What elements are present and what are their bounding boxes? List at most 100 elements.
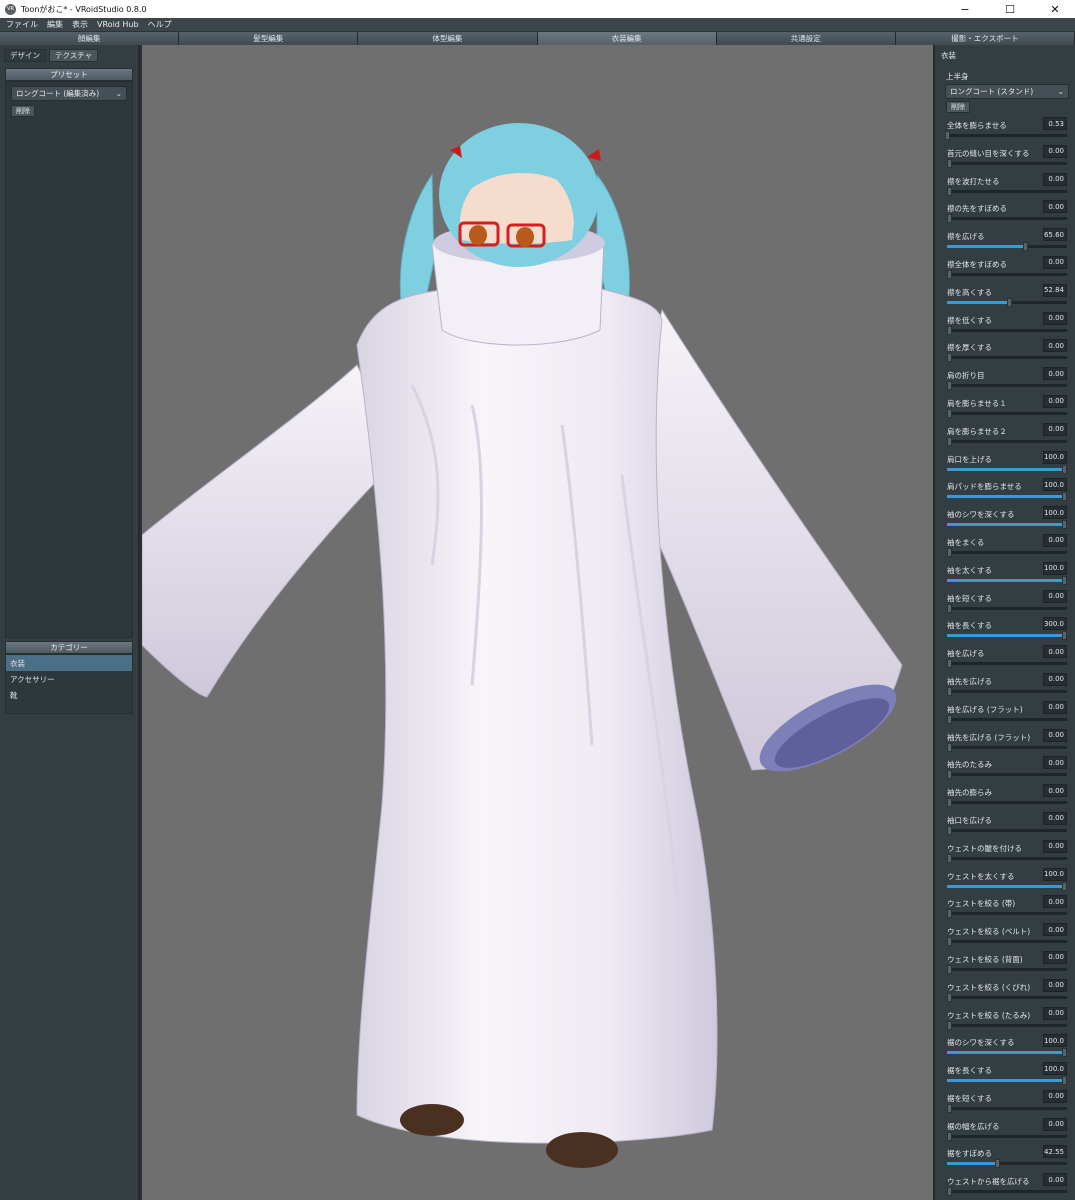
slider-value-input[interactable]: 0.00	[1043, 672, 1067, 686]
slider-thumb[interactable]	[947, 1103, 952, 1113]
preset-dropdown[interactable]: ロングコート (編集済み) ⌄	[11, 86, 127, 101]
slider-value-input[interactable]: 100.0	[1043, 478, 1067, 492]
slider-track[interactable]	[945, 131, 1067, 140]
slider-value-input[interactable]: 0.53	[1043, 117, 1067, 130]
slider-value-input[interactable]: 0.00	[1043, 645, 1067, 659]
slider-track[interactable]	[947, 714, 1067, 724]
slider-value-input[interactable]: 100.0	[1043, 506, 1067, 520]
slider-thumb[interactable]	[947, 798, 952, 808]
slider-track[interactable]	[947, 353, 1067, 363]
slider-value-input[interactable]: 42.55	[1043, 1145, 1067, 1159]
slider-track[interactable]	[947, 158, 1067, 168]
slider-track[interactable]	[947, 464, 1067, 474]
slider-thumb[interactable]	[1062, 881, 1067, 891]
tab-common-settings[interactable]: 共通設定	[716, 32, 896, 45]
slider-track[interactable]	[947, 631, 1067, 641]
slider-value-input[interactable]: 0.00	[1043, 700, 1067, 714]
slider-thumb[interactable]	[947, 992, 952, 1002]
slider-value-input[interactable]: 0.00	[1043, 144, 1067, 158]
slider-value-input[interactable]: 0.00	[1043, 1006, 1067, 1020]
upper-body-delete-button[interactable]: 削除	[946, 101, 970, 113]
tab-body[interactable]: 体型編集	[358, 32, 538, 45]
slider-value-input[interactable]: 0.00	[1043, 367, 1067, 381]
3d-viewport[interactable]	[142, 45, 933, 1200]
slider-track[interactable]	[947, 325, 1067, 335]
slider-track[interactable]	[947, 575, 1067, 585]
slider-value-input[interactable]: 0.00	[1043, 589, 1067, 603]
slider-value-input[interactable]: 0.00	[1043, 1173, 1067, 1187]
slider-thumb[interactable]	[947, 659, 952, 669]
slider-thumb[interactable]	[947, 937, 952, 947]
slider-thumb[interactable]	[947, 1020, 952, 1030]
slider-value-input[interactable]: 0.00	[1043, 200, 1067, 214]
slider-thumb[interactable]	[1062, 1048, 1067, 1058]
slider-track[interactable]	[947, 964, 1067, 974]
slider-track[interactable]	[947, 825, 1067, 835]
slider-track[interactable]	[947, 686, 1067, 696]
slider-track[interactable]	[947, 520, 1067, 530]
minimize-button[interactable]: −	[945, 0, 985, 18]
upper-body-dropdown[interactable]: ロングコート (スタンド) ⌄	[945, 84, 1069, 99]
slider-track[interactable]	[947, 909, 1067, 919]
slider-thumb[interactable]	[947, 853, 952, 863]
slider-thumb[interactable]	[947, 770, 952, 780]
slider-track[interactable]	[947, 1103, 1067, 1113]
tab-outfit[interactable]: 衣装編集	[537, 32, 717, 45]
slider-value-input[interactable]: 0.00	[1043, 1089, 1067, 1103]
slider-thumb[interactable]	[1007, 297, 1013, 307]
slider-thumb[interactable]	[947, 1131, 952, 1141]
slider-thumb[interactable]	[947, 269, 952, 279]
slider-track[interactable]	[947, 798, 1067, 808]
slider-track[interactable]	[947, 436, 1067, 446]
slider-value-input[interactable]: 300.0	[1043, 617, 1067, 631]
slider-value-input[interactable]: 0.00	[1043, 784, 1067, 798]
slider-value-input[interactable]: 0.00	[1043, 311, 1067, 325]
preset-delete-button[interactable]: 削除	[11, 105, 35, 117]
slider-track[interactable]	[947, 1159, 1067, 1169]
slider-thumb[interactable]	[947, 353, 952, 363]
slider-thumb[interactable]	[1062, 492, 1067, 502]
slider-track[interactable]	[947, 853, 1067, 863]
slider-value-input[interactable]: 0.00	[1043, 533, 1067, 547]
slider-value-input[interactable]: 0.00	[1043, 950, 1067, 964]
slider-value-input[interactable]: 0.00	[1043, 339, 1067, 353]
slider-thumb[interactable]	[947, 325, 952, 335]
category-item-outfit[interactable]: 衣装	[6, 655, 132, 671]
menu-file[interactable]: ファイル	[6, 19, 38, 30]
slider-thumb[interactable]	[1062, 631, 1067, 641]
slider-track[interactable]	[947, 242, 1067, 252]
category-item-accessory[interactable]: アクセサリー	[6, 671, 132, 687]
slider-thumb[interactable]	[947, 547, 952, 557]
slider-track[interactable]	[947, 1131, 1067, 1141]
menu-vroid-hub[interactable]: VRoid Hub	[97, 20, 139, 29]
close-button[interactable]: ✕	[1035, 0, 1075, 18]
slider-value-input[interactable]: 100.0	[1043, 867, 1067, 881]
slider-value-input[interactable]: 100.0	[1043, 561, 1067, 575]
slider-track[interactable]	[947, 881, 1067, 891]
slider-thumb[interactable]	[1062, 575, 1067, 585]
slider-track[interactable]	[947, 1048, 1067, 1058]
slider-thumb[interactable]	[947, 603, 952, 613]
slider-track[interactable]	[947, 937, 1067, 947]
tab-photo-export[interactable]: 撮影・エクスポート	[895, 32, 1075, 45]
menu-help[interactable]: ヘルプ	[148, 19, 172, 30]
slider-thumb[interactable]	[947, 964, 952, 974]
slider-value-input[interactable]: 0.00	[1043, 923, 1067, 937]
slider-thumb[interactable]	[1062, 520, 1067, 530]
slider-value-input[interactable]: 0.00	[1043, 839, 1067, 853]
slider-value-input[interactable]: 100.0	[1043, 1034, 1067, 1048]
slider-value-input[interactable]: 0.00	[1043, 394, 1067, 408]
subtab-design[interactable]: デザイン	[4, 49, 46, 62]
slider-thumb[interactable]	[947, 436, 952, 446]
slider-thumb[interactable]	[947, 1187, 952, 1197]
slider-thumb[interactable]	[1062, 1076, 1067, 1086]
slider-thumb[interactable]	[947, 381, 952, 391]
slider-track[interactable]	[947, 408, 1067, 418]
slider-value-input[interactable]: 0.00	[1043, 895, 1067, 909]
slider-track[interactable]	[947, 603, 1067, 613]
slider-track[interactable]	[947, 1020, 1067, 1030]
slider-track[interactable]	[947, 659, 1067, 669]
slider-thumb[interactable]	[947, 742, 952, 752]
slider-track[interactable]	[947, 547, 1067, 557]
slider-track[interactable]	[947, 269, 1067, 279]
